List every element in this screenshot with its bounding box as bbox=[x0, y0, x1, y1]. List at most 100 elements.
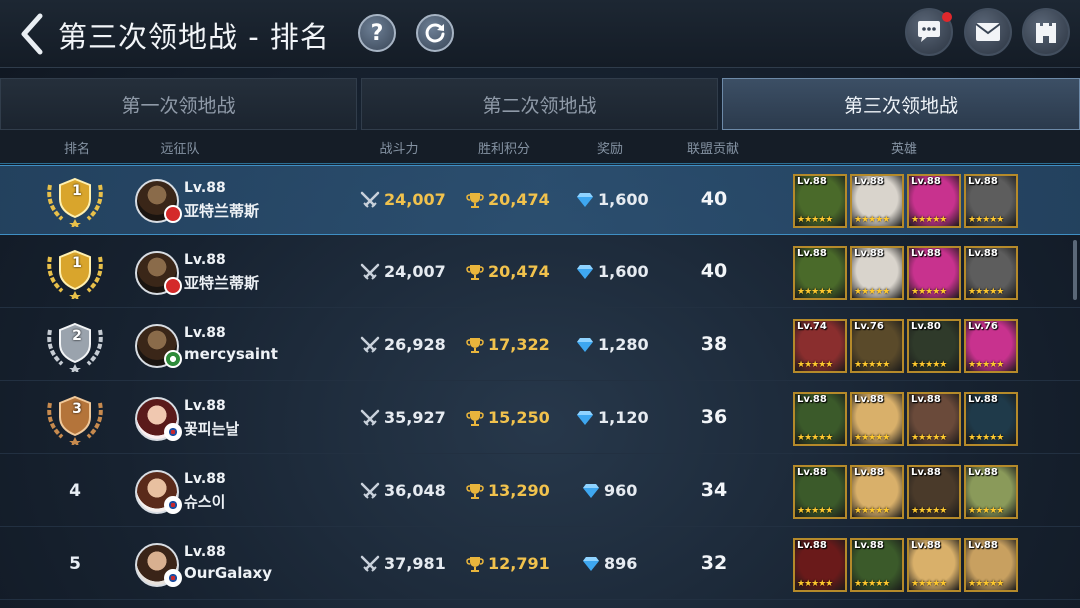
tab-second-war[interactable]: 第二次领地战 bbox=[361, 78, 718, 130]
hero-level: Lv.88 bbox=[968, 176, 998, 187]
star-rating-icon: ★★★★★ bbox=[968, 287, 1004, 297]
ranking-row[interactable]: 2 Lv.88 mercysaint 26,928 17,322 1,280 38 Lv.74… bbox=[0, 311, 1080, 381]
hero-card[interactable]: Lv.88 ★★★★★ bbox=[907, 538, 961, 592]
star-rating-icon: ★★★★★ bbox=[797, 579, 833, 589]
hero-card[interactable]: Lv.76 ★★★★★ bbox=[964, 319, 1018, 373]
back-button[interactable] bbox=[14, 12, 50, 56]
reward-value: 1,280 bbox=[598, 335, 649, 354]
hero-card[interactable]: Lv.88 ★★★★★ bbox=[793, 538, 847, 592]
combat-power: 24,007 bbox=[360, 262, 446, 281]
top-bar: 第三次领地战 - 排名 ? bbox=[0, 0, 1080, 68]
ranking-row[interactable]: 1 Lv.88 亚特兰蒂斯 24,007 20,474 1,600 40 Lv.88 ★★★★★… bbox=[0, 165, 1080, 235]
victory-score-value: 12,791 bbox=[488, 554, 550, 573]
victory-score-value: 20,474 bbox=[488, 190, 550, 209]
hero-lineup: Lv.88 ★★★★★ Lv.88 ★★★★★ Lv.88 ★★★★★ Lv.88 ★★★★★ bbox=[793, 246, 1021, 300]
diamond-icon bbox=[583, 483, 599, 498]
alliance-contribution: 38 bbox=[700, 333, 728, 355]
hero-card[interactable]: Lv.88 ★★★★★ bbox=[793, 174, 847, 228]
combat-power: 35,927 bbox=[360, 408, 446, 427]
hero-level: Lv.88 bbox=[797, 540, 827, 551]
ranking-row[interactable]: 4 Lv.88 슈스이 36,048 13,290 960 34 Lv.88 ★★★★★ Lv.8… bbox=[0, 457, 1080, 527]
hero-card[interactable]: Lv.88 ★★★★★ bbox=[964, 538, 1018, 592]
hero-level: Lv.88 bbox=[968, 467, 998, 478]
hero-level: Lv.88 bbox=[797, 467, 827, 478]
header-reward: 奖励 bbox=[596, 142, 624, 157]
hero-card[interactable]: Lv.88 ★★★★★ bbox=[793, 392, 847, 446]
hero-card[interactable]: Lv.88 ★★★★★ bbox=[964, 246, 1018, 300]
hero-card[interactable]: Lv.88 ★★★★★ bbox=[907, 392, 961, 446]
hero-level: Lv.88 bbox=[797, 248, 827, 259]
ranking-row[interactable]: 5 Lv.88 OurGalaxy 37,981 12,791 896 32 Lv.88 ★★★… bbox=[0, 530, 1080, 600]
hero-level: Lv.88 bbox=[968, 540, 998, 551]
hero-card[interactable]: Lv.88 ★★★★★ bbox=[793, 246, 847, 300]
hero-card[interactable]: Lv.88 ★★★★★ bbox=[907, 174, 961, 228]
reward-value: 960 bbox=[604, 481, 638, 500]
hero-card[interactable]: Lv.80 ★★★★★ bbox=[907, 319, 961, 373]
scrollbar[interactable] bbox=[1073, 240, 1077, 300]
hero-lineup: Lv.88 ★★★★★ Lv.88 ★★★★★ Lv.88 ★★★★★ Lv.88 ★★★★★ bbox=[793, 538, 1021, 592]
tab-first-war[interactable]: 第一次领地战 bbox=[0, 78, 357, 130]
hero-level: Lv.88 bbox=[854, 176, 884, 187]
hero-card[interactable]: Lv.76 ★★★★★ bbox=[850, 319, 904, 373]
star-rating-icon: ★★★★★ bbox=[854, 433, 890, 443]
combat-power-value: 35,927 bbox=[384, 408, 446, 427]
rank-number: 2 bbox=[72, 328, 82, 344]
refresh-button[interactable] bbox=[416, 14, 454, 52]
header-heroes: 英雄 bbox=[890, 142, 918, 157]
victory-score-value: 15,250 bbox=[488, 408, 550, 427]
hero-card[interactable]: Lv.88 ★★★★★ bbox=[964, 392, 1018, 446]
star-rating-icon: ★★★★★ bbox=[968, 506, 1004, 516]
star-rating-icon: ★★★★★ bbox=[968, 579, 1004, 589]
star-rating-icon: ★★★★★ bbox=[911, 215, 947, 225]
hero-card[interactable]: Lv.88 ★★★★★ bbox=[907, 246, 961, 300]
ranking-row[interactable]: 1 Lv.88 亚特兰蒂斯 24,007 20,474 1,600 40 Lv.88 ★★★★★… bbox=[0, 238, 1080, 308]
hero-card[interactable]: Lv.88 ★★★★★ bbox=[793, 465, 847, 519]
chat-bubble-icon bbox=[918, 21, 940, 42]
diamond-icon bbox=[577, 337, 593, 352]
player-name: 슈스이 bbox=[184, 493, 226, 511]
reward-value: 896 bbox=[604, 554, 638, 573]
hero-level: Lv.88 bbox=[968, 394, 998, 405]
player-name: OurGalaxy bbox=[184, 564, 272, 582]
star-rating-icon: ★★★★★ bbox=[797, 433, 833, 443]
hero-card[interactable]: Lv.88 ★★★★★ bbox=[964, 174, 1018, 228]
hero-card[interactable]: Lv.74 ★★★★★ bbox=[793, 319, 847, 373]
tab-third-war[interactable]: 第三次领地战 bbox=[722, 78, 1080, 130]
castle-button[interactable] bbox=[1022, 8, 1070, 56]
korea-flag-icon bbox=[164, 496, 182, 514]
envelope-icon bbox=[975, 23, 1001, 41]
victory-score-value: 17,322 bbox=[488, 335, 550, 354]
player-name: 꽃피는날 bbox=[184, 420, 240, 438]
star-rating-icon: ★★★★★ bbox=[911, 360, 947, 370]
star-rating-icon: ★★★★★ bbox=[968, 433, 1004, 443]
alliance-contribution: 40 bbox=[700, 188, 728, 210]
ranking-row[interactable]: 3 Lv.88 꽃피는날 35,927 15,250 1,120 36 Lv.88 ★★★★★ L… bbox=[0, 384, 1080, 454]
hero-card[interactable]: Lv.88 ★★★★★ bbox=[850, 174, 904, 228]
hero-card[interactable]: Lv.88 ★★★★★ bbox=[850, 538, 904, 592]
hero-card[interactable]: Lv.88 ★★★★★ bbox=[964, 465, 1018, 519]
star-rating-icon: ★★★★★ bbox=[854, 579, 890, 589]
mail-button[interactable] bbox=[964, 8, 1012, 56]
hero-level: Lv.88 bbox=[911, 176, 941, 187]
star-rating-icon: ★★★★★ bbox=[911, 506, 947, 516]
chevron-left-icon bbox=[21, 13, 43, 55]
trophy-icon bbox=[466, 410, 484, 426]
help-button[interactable]: ? bbox=[358, 14, 396, 52]
notification-dot bbox=[942, 12, 952, 22]
combat-power: 36,048 bbox=[360, 481, 446, 500]
hero-card[interactable]: Lv.88 ★★★★★ bbox=[850, 246, 904, 300]
hero-level: Lv.76 bbox=[854, 321, 884, 332]
castle-icon bbox=[1036, 23, 1056, 43]
alliance-contribution: 32 bbox=[700, 552, 728, 574]
hero-card[interactable]: Lv.88 ★★★★★ bbox=[907, 465, 961, 519]
chat-button[interactable] bbox=[905, 8, 953, 56]
combat-power-value: 36,048 bbox=[384, 481, 446, 500]
refresh-icon bbox=[425, 23, 445, 43]
victory-score: 15,250 bbox=[466, 408, 550, 427]
header-power: 战斗力 bbox=[379, 142, 419, 157]
hero-level: Lv.76 bbox=[968, 321, 998, 332]
player-level: Lv.88 bbox=[184, 325, 226, 341]
hero-card[interactable]: Lv.88 ★★★★★ bbox=[850, 392, 904, 446]
hero-card[interactable]: Lv.88 ★★★★★ bbox=[850, 465, 904, 519]
hero-level: Lv.88 bbox=[911, 467, 941, 478]
